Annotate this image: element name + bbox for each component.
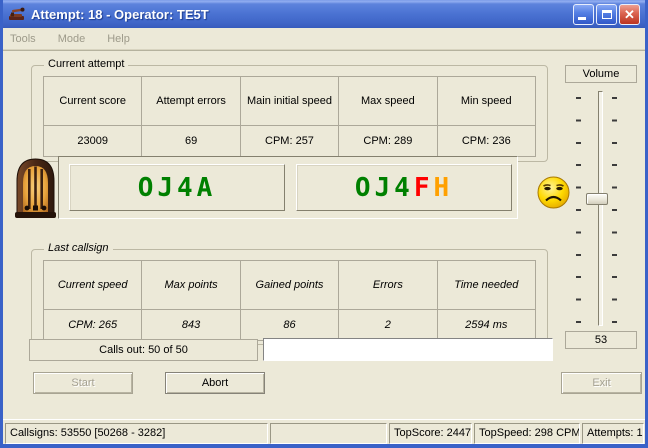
val-current-speed: CPM: 265 — [42, 309, 143, 341]
col-time-needed: Time needed — [436, 260, 537, 310]
maximize-icon — [601, 9, 612, 19]
col-current-score: Current score — [42, 76, 143, 126]
status-attempts: Attempts: 17 — [582, 423, 644, 444]
col-gained-points: Gained points — [239, 260, 340, 310]
col-max-speed: Max speed — [338, 76, 438, 126]
typed-callsign-display: OJ4 F H — [296, 164, 512, 211]
callsign-input[interactable] — [263, 338, 553, 361]
val-errors: 2 — [338, 309, 438, 341]
current-attempt-group: Current attempt Current score Attempt er… — [31, 58, 548, 162]
sent-callsign-text: OJ4A — [137, 172, 217, 203]
exit-button[interactable]: Exit — [561, 372, 642, 394]
col-errors: Errors — [338, 260, 438, 310]
volume-slider-thumb[interactable] — [586, 193, 608, 205]
volume-value: 53 — [565, 331, 637, 349]
minimize-button[interactable] — [573, 3, 594, 25]
val-attempt-errors: 69 — [141, 125, 241, 157]
typed-callsign-error: F — [413, 172, 434, 203]
val-current-score: 23009 — [42, 125, 143, 157]
menu-help[interactable]: Help — [107, 33, 130, 45]
typed-callsign-correct: OJ4 — [354, 172, 414, 203]
typed-callsign-extra: H — [433, 172, 454, 203]
val-min-speed: CPM: 236 — [436, 125, 537, 157]
minimize-icon — [578, 16, 586, 20]
volume-label: Volume — [565, 65, 637, 83]
start-button[interactable]: Start — [33, 372, 133, 394]
close-button[interactable]: ✕ — [619, 3, 640, 25]
val-time-needed: 2594 ms — [436, 309, 537, 341]
last-callsign-label: Last callsign — [44, 242, 113, 254]
status-topscore: TopScore: 24475 — [389, 423, 472, 444]
title-bar: Attempt: 18 - Operator: TE5T ✕ — [3, 0, 645, 28]
sad-smiley-icon — [537, 176, 570, 209]
callsign-display-panel: OJ4A OJ4 F H — [58, 156, 518, 219]
last-callsign-table: Current speed Max points Gained points E… — [42, 260, 537, 341]
menu-bar: Tools Mode Help — [3, 28, 645, 50]
val-max-points: 843 — [141, 309, 241, 341]
col-max-points: Max points — [141, 260, 241, 310]
app-window: Attempt: 18 - Operator: TE5T ✕ Tools Mod… — [0, 0, 648, 448]
col-min-speed: Min speed — [436, 76, 537, 126]
window-title: Attempt: 18 - Operator: TE5T — [31, 6, 209, 22]
last-callsign-group: Last callsign Current speed Max points G… — [31, 242, 548, 345]
volume-ticks-right — [612, 97, 617, 323]
menu-tools[interactable]: Tools — [10, 33, 36, 45]
menu-mode[interactable]: Mode — [58, 33, 86, 45]
current-attempt-table: Current score Attempt errors Main initia… — [42, 76, 537, 157]
val-max-speed: CPM: 289 — [338, 125, 438, 157]
col-attempt-errors: Attempt errors — [141, 76, 241, 126]
calls-progress-label: Calls out: 50 of 50 — [99, 344, 188, 356]
close-icon: ✕ — [624, 6, 635, 22]
val-gained-points: 86 — [239, 309, 340, 341]
status-callsigns: Callsigns: 53550 [50268 - 3282] — [5, 423, 268, 444]
maximize-button[interactable] — [596, 3, 617, 25]
status-spacer — [270, 423, 387, 444]
volume-ticks-left — [576, 97, 581, 323]
current-attempt-label: Current attempt — [44, 58, 129, 70]
val-main-initial-speed: CPM: 257 — [239, 125, 340, 157]
calls-progress: Calls out: 50 of 50 — [29, 339, 258, 361]
morse-key-icon — [9, 7, 25, 20]
vintage-radio-icon — [15, 158, 56, 218]
client-area: Current attempt Current score Attempt er… — [3, 50, 645, 419]
col-main-initial-speed: Main initial speed — [239, 76, 340, 126]
status-topspeed: TopSpeed: 298 CPM — [474, 423, 580, 444]
col-current-speed: Current speed — [42, 260, 143, 310]
sent-callsign-display: OJ4A — [69, 164, 285, 211]
status-bar: Callsigns: 53550 [50268 - 3282] TopScore… — [3, 419, 645, 444]
volume-slider-track[interactable] — [598, 91, 603, 326]
abort-button[interactable]: Abort — [165, 372, 265, 394]
